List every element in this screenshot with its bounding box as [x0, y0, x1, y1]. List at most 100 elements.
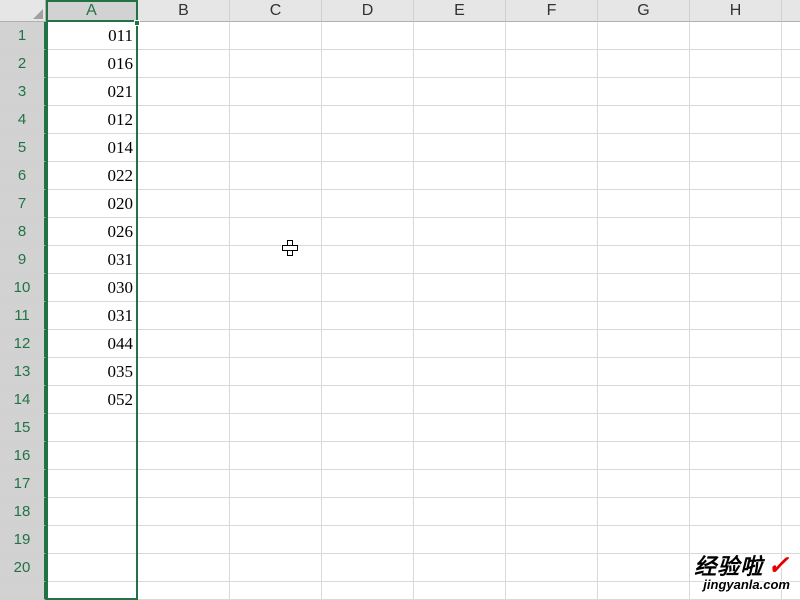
row-header-1[interactable]: 1 — [0, 22, 46, 50]
cell-partial-12[interactable] — [782, 330, 800, 358]
cell-h19[interactable] — [690, 526, 782, 554]
cell-g8[interactable] — [598, 218, 690, 246]
cell-c11[interactable] — [230, 302, 322, 330]
cell-h5[interactable] — [690, 134, 782, 162]
cell-e13[interactable] — [414, 358, 506, 386]
cell-g10[interactable] — [598, 274, 690, 302]
cell-g1[interactable] — [598, 22, 690, 50]
cell-h8[interactable] — [690, 218, 782, 246]
cell-f8[interactable] — [506, 218, 598, 246]
cell-f3[interactable] — [506, 78, 598, 106]
row-header-20[interactable]: 20 — [0, 554, 46, 582]
cell-d2[interactable] — [322, 50, 414, 78]
cell-f18[interactable] — [506, 498, 598, 526]
cell-b8[interactable] — [138, 218, 230, 246]
cell-h20[interactable] — [690, 554, 782, 582]
cell-f4[interactable] — [506, 106, 598, 134]
cell-h17[interactable] — [690, 470, 782, 498]
cell-g5[interactable] — [598, 134, 690, 162]
cell-partial-17[interactable] — [782, 470, 800, 498]
cell-h3[interactable] — [690, 78, 782, 106]
cell-d17[interactable] — [322, 470, 414, 498]
cell-e19[interactable] — [414, 526, 506, 554]
cell-c8[interactable] — [230, 218, 322, 246]
cell-partial[interactable] — [598, 582, 690, 600]
cell-e3[interactable] — [414, 78, 506, 106]
cell-d3[interactable] — [322, 78, 414, 106]
cell-c20[interactable] — [230, 554, 322, 582]
row-header-8[interactable]: 8 — [0, 218, 46, 246]
cell-partial-20[interactable] — [782, 554, 800, 582]
cell-c9[interactable] — [230, 246, 322, 274]
cell-e8[interactable] — [414, 218, 506, 246]
cell-partial-13[interactable] — [782, 358, 800, 386]
row-header-11[interactable]: 11 — [0, 302, 46, 330]
cell-e18[interactable] — [414, 498, 506, 526]
cell-a16[interactable] — [46, 442, 138, 470]
cell-a19[interactable] — [46, 526, 138, 554]
cell-b15[interactable] — [138, 414, 230, 442]
row-header-5[interactable]: 5 — [0, 134, 46, 162]
cell-b6[interactable] — [138, 162, 230, 190]
cell-partial[interactable] — [690, 582, 782, 600]
cell-g9[interactable] — [598, 246, 690, 274]
cell-d14[interactable] — [322, 386, 414, 414]
cell-d12[interactable] — [322, 330, 414, 358]
cell-h10[interactable] — [690, 274, 782, 302]
cell-a7[interactable]: 020 — [46, 190, 138, 218]
cell-a14[interactable]: 052 — [46, 386, 138, 414]
cell-h18[interactable] — [690, 498, 782, 526]
cell-e9[interactable] — [414, 246, 506, 274]
cell-f20[interactable] — [506, 554, 598, 582]
cell-d13[interactable] — [322, 358, 414, 386]
row-header-17[interactable]: 17 — [0, 470, 46, 498]
cell-f15[interactable] — [506, 414, 598, 442]
cell-d4[interactable] — [322, 106, 414, 134]
cell-c17[interactable] — [230, 470, 322, 498]
cell-c10[interactable] — [230, 274, 322, 302]
column-header-d[interactable]: D — [322, 0, 414, 22]
cell-partial-3[interactable] — [782, 78, 800, 106]
row-header-4[interactable]: 4 — [0, 106, 46, 134]
cell-g20[interactable] — [598, 554, 690, 582]
column-header-h[interactable]: H — [690, 0, 782, 22]
cell-partial[interactable] — [138, 582, 230, 600]
cell-partial-19[interactable] — [782, 526, 800, 554]
cell-a6[interactable]: 022 — [46, 162, 138, 190]
cell-a10[interactable]: 030 — [46, 274, 138, 302]
cell-g16[interactable] — [598, 442, 690, 470]
cell-partial[interactable] — [506, 582, 598, 600]
cell-f10[interactable] — [506, 274, 598, 302]
cell-a17[interactable] — [46, 470, 138, 498]
column-header-e[interactable]: E — [414, 0, 506, 22]
cell-e16[interactable] — [414, 442, 506, 470]
cell-f12[interactable] — [506, 330, 598, 358]
cell-partial-4[interactable] — [782, 106, 800, 134]
cell-a1[interactable]: 011 — [46, 22, 138, 50]
cell-c7[interactable] — [230, 190, 322, 218]
cell-b16[interactable] — [138, 442, 230, 470]
cell-partial[interactable] — [322, 582, 414, 600]
cell-b17[interactable] — [138, 470, 230, 498]
cell-b18[interactable] — [138, 498, 230, 526]
cell-partial[interactable] — [414, 582, 506, 600]
cell-b3[interactable] — [138, 78, 230, 106]
cell-e1[interactable] — [414, 22, 506, 50]
cell-f7[interactable] — [506, 190, 598, 218]
row-header-14[interactable]: 14 — [0, 386, 46, 414]
row-header-2[interactable]: 2 — [0, 50, 46, 78]
cell-e7[interactable] — [414, 190, 506, 218]
cell-partial-14[interactable] — [782, 386, 800, 414]
row-header-19[interactable]: 19 — [0, 526, 46, 554]
cell-e2[interactable] — [414, 50, 506, 78]
select-all-corner[interactable] — [0, 0, 46, 22]
cell-g14[interactable] — [598, 386, 690, 414]
row-header-partial[interactable] — [0, 582, 46, 600]
cell-a3[interactable]: 021 — [46, 78, 138, 106]
row-header-18[interactable]: 18 — [0, 498, 46, 526]
cell-g12[interactable] — [598, 330, 690, 358]
cell-g15[interactable] — [598, 414, 690, 442]
cell-c19[interactable] — [230, 526, 322, 554]
fill-handle[interactable] — [134, 20, 140, 26]
cell-a20[interactable] — [46, 554, 138, 582]
